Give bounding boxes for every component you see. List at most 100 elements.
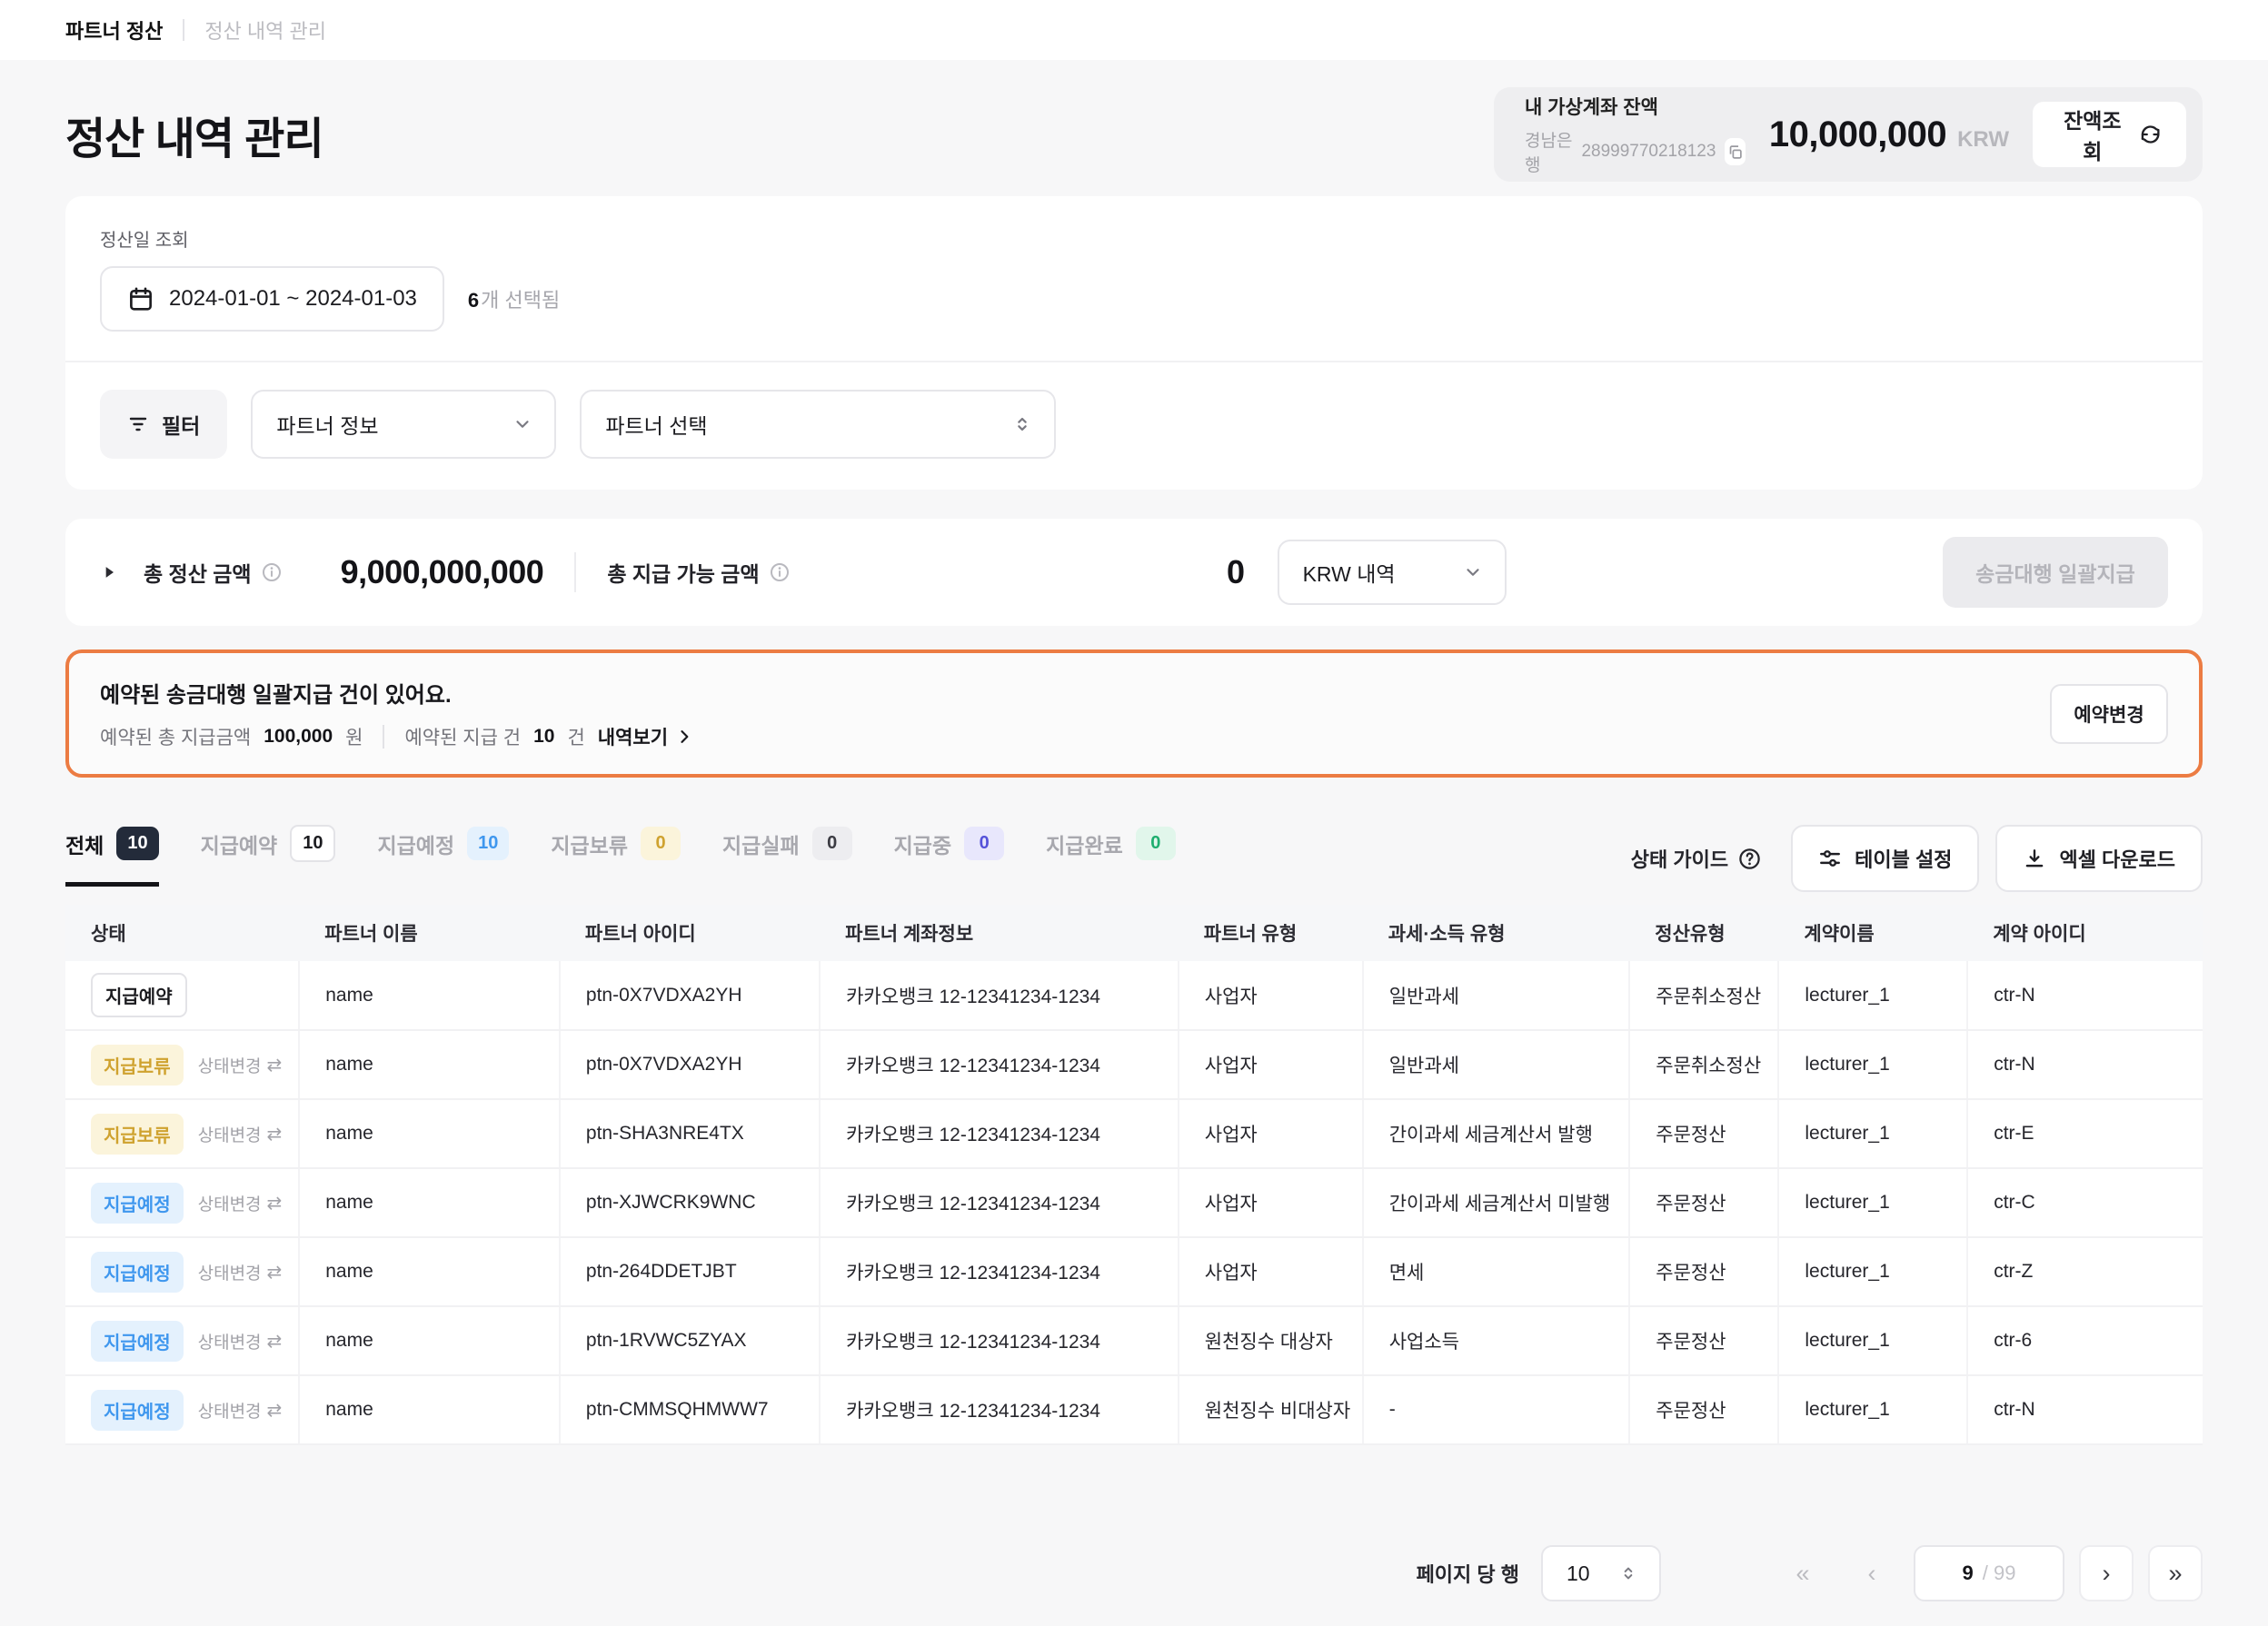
table-header-row: 상태파트너 이름파트너 아이디파트너 계좌정보파트너 유형과세·소득 유형정산유… <box>65 905 2203 961</box>
breadcrumb-item-partner-settlement[interactable]: 파트너 정산 <box>65 15 163 45</box>
cell-partner_name: name <box>299 1168 560 1237</box>
cell-tax_type: 면세 <box>1363 1237 1630 1306</box>
last-page-button[interactable]: » <box>2148 1545 2203 1601</box>
column-header: 파트너 유형 <box>1179 905 1363 961</box>
table-row: 지급예정상태변경⇄nameptn-XJWCRK9WNC카카오뱅크 12-1234… <box>65 1168 2203 1237</box>
balance-amount: 10,000,000 KRW <box>1769 114 2009 155</box>
rows-per-page-select[interactable]: 10 <box>1541 1545 1661 1601</box>
cell-partner_name: name <box>299 1375 560 1444</box>
tab-label: 지급완료 <box>1046 828 1123 859</box>
tab-failed[interactable]: 지급실패0 <box>722 825 852 887</box>
view-details-link[interactable]: 내역보기 <box>598 723 693 750</box>
next-page-button[interactable]: › <box>2079 1545 2134 1601</box>
status-badge: 지급예정 <box>91 1321 184 1362</box>
balance-currency: KRW <box>1957 127 2009 153</box>
cell-partner_type: 사업자 <box>1179 1237 1363 1306</box>
cell-partner_name: name <box>299 1306 560 1375</box>
cell-partner_type: 사업자 <box>1179 1168 1363 1237</box>
currency-history-select[interactable]: KRW 내역 <box>1278 540 1507 605</box>
filter-category-select[interactable]: 파트너 정보 <box>251 390 556 459</box>
cell-contract_id: ctr-E <box>1967 1099 2203 1168</box>
copy-icon[interactable] <box>1725 138 1746 165</box>
page-number-input[interactable]: 9 / 99 <box>1914 1545 2064 1601</box>
cell-account: 카카오뱅크 12-12341234-1234 <box>820 1168 1179 1237</box>
tab-count-badge: 10 <box>290 825 335 862</box>
tab-count-badge: 10 <box>467 827 509 860</box>
cell-tax_type: 간이과세 세금계산서 발행 <box>1363 1099 1630 1168</box>
status-badge: 지급예정 <box>91 1183 184 1224</box>
breadcrumb-separator <box>183 19 184 41</box>
cell-settle_type: 주문취소정산 <box>1629 961 1778 1030</box>
status-change-link[interactable]: 상태변경⇄ <box>198 1053 283 1077</box>
cell-partner_type: 사업자 <box>1179 1099 1363 1168</box>
info-icon[interactable] <box>769 561 791 583</box>
tab-reserved[interactable]: 지급예약10 <box>201 825 336 887</box>
vertical-divider <box>574 552 576 592</box>
cell-settle_type: 주문정산 <box>1629 1375 1778 1444</box>
status-change-link[interactable]: 상태변경⇄ <box>198 1122 283 1146</box>
selected-dates-count: 6개 선택됨 <box>468 284 560 313</box>
vertical-divider <box>383 725 384 749</box>
change-reservation-button[interactable]: 예약변경 <box>2050 684 2168 744</box>
cell-partner_id: ptn-SHA3NRE4TX <box>560 1099 820 1168</box>
expand-caret-icon[interactable] <box>100 563 118 581</box>
date-range-picker[interactable]: 2024-01-01 ~ 2024-01-03 <box>100 266 444 332</box>
cell-account: 카카오뱅크 12-12341234-1234 <box>820 961 1179 1030</box>
balance-refresh-button[interactable]: 잔액조회 <box>2033 102 2186 167</box>
tab-paying[interactable]: 지급중0 <box>894 825 1004 887</box>
cell-settle_type: 주문정산 <box>1629 1237 1778 1306</box>
cell-partner_name: name <box>299 961 560 1030</box>
cell-partner_type: 원천징수 비대상자 <box>1179 1375 1363 1444</box>
status-change-link[interactable]: 상태변경⇄ <box>198 1260 283 1284</box>
cell-contract_id: ctr-N <box>1967 1375 2203 1444</box>
column-header: 계약 아이디 <box>1967 905 2203 961</box>
status-badge: 지급보류 <box>91 1045 184 1086</box>
status-change-link[interactable]: 상태변경⇄ <box>198 1191 283 1215</box>
cell-contract_id: ctr-6 <box>1967 1306 2203 1375</box>
bulk-transfer-button[interactable]: 송금대행 일괄지급 <box>1943 537 2168 608</box>
sliders-icon <box>1818 847 1842 870</box>
chevron-down-icon <box>1463 562 1483 582</box>
cell-contract_id: ctr-N <box>1967 1030 2203 1099</box>
tab-label: 지급보류 <box>551 828 628 859</box>
cell-settle_type: 주문취소정산 <box>1629 1030 1778 1099</box>
swap-arrows-icon: ⇄ <box>267 1399 283 1422</box>
page-title: 정산 내역 관리 <box>65 103 323 166</box>
tab-hold[interactable]: 지급보류 0 <box>551 825 681 887</box>
status-change-link[interactable]: 상태변경⇄ <box>198 1329 283 1353</box>
tab-count-badge: 0 <box>641 827 681 860</box>
alert-title: 예약된 송금대행 일괄지급 건이 있어요. <box>100 677 693 709</box>
swap-arrows-icon: ⇄ <box>267 1123 283 1145</box>
first-page-button[interactable]: « <box>1776 1545 1830 1601</box>
cell-partner_id: ptn-0X7VDXA2YH <box>560 1030 820 1099</box>
filter-button[interactable]: 필터 <box>100 390 227 459</box>
tab-scheduled[interactable]: 지급예정10 <box>377 825 509 887</box>
cell-contract_name: lecturer_1 <box>1778 1168 1967 1237</box>
tab-all[interactable]: 전체10 <box>65 825 159 887</box>
tab-label: 지급중 <box>894 828 951 859</box>
cell-tax_type: 일반과세 <box>1363 1030 1630 1099</box>
bank-name: 경남은행 <box>1525 127 1572 176</box>
virtual-account-balance-card: 내 가상계좌 잔액 경남은행 28999770218123 10,000,000… <box>1494 87 2203 182</box>
question-circle-icon <box>1737 847 1762 871</box>
cell-contract_name: lecturer_1 <box>1778 1306 1967 1375</box>
chevron-right-icon <box>675 728 693 746</box>
cell-settle_type: 주문정산 <box>1629 1099 1778 1168</box>
partner-select[interactable]: 파트너 선택 <box>580 390 1056 459</box>
cell-contract_name: lecturer_1 <box>1778 1099 1967 1168</box>
column-header: 상태 <box>65 905 299 961</box>
account-number: 28999770218123 <box>1581 142 1716 162</box>
previous-page-button[interactable]: ‹ <box>1845 1545 1899 1601</box>
tab-done[interactable]: 지급완료0 <box>1046 825 1176 887</box>
table-row: 지급보류상태변경⇄nameptn-0X7VDXA2YH카카오뱅크 12-1234… <box>65 1030 2203 1099</box>
cell-contract_id: ctr-Z <box>1967 1237 2203 1306</box>
settlement-summary-card: 총 정산 금액 9,000,000,000 총 지급 가능 금액 0 KRW 내… <box>65 519 2203 626</box>
pagination-bar: 페이지 당 행 10 « ‹ 9 / 99 › » <box>65 1545 2203 1601</box>
excel-download-button[interactable]: 엑셀 다운로드 <box>1995 825 2203 892</box>
table-settings-button[interactable]: 테이블 설정 <box>1791 825 1979 892</box>
cell-tax_type: - <box>1363 1375 1630 1444</box>
info-icon[interactable] <box>261 561 283 583</box>
status-change-link[interactable]: 상태변경⇄ <box>198 1398 283 1423</box>
filter-card: 정산일 조회 2024-01-01 ~ 2024-01-03 6개 선택됨 필터… <box>65 196 2203 490</box>
status-guide[interactable]: 상태 가이드 <box>1631 844 1762 873</box>
